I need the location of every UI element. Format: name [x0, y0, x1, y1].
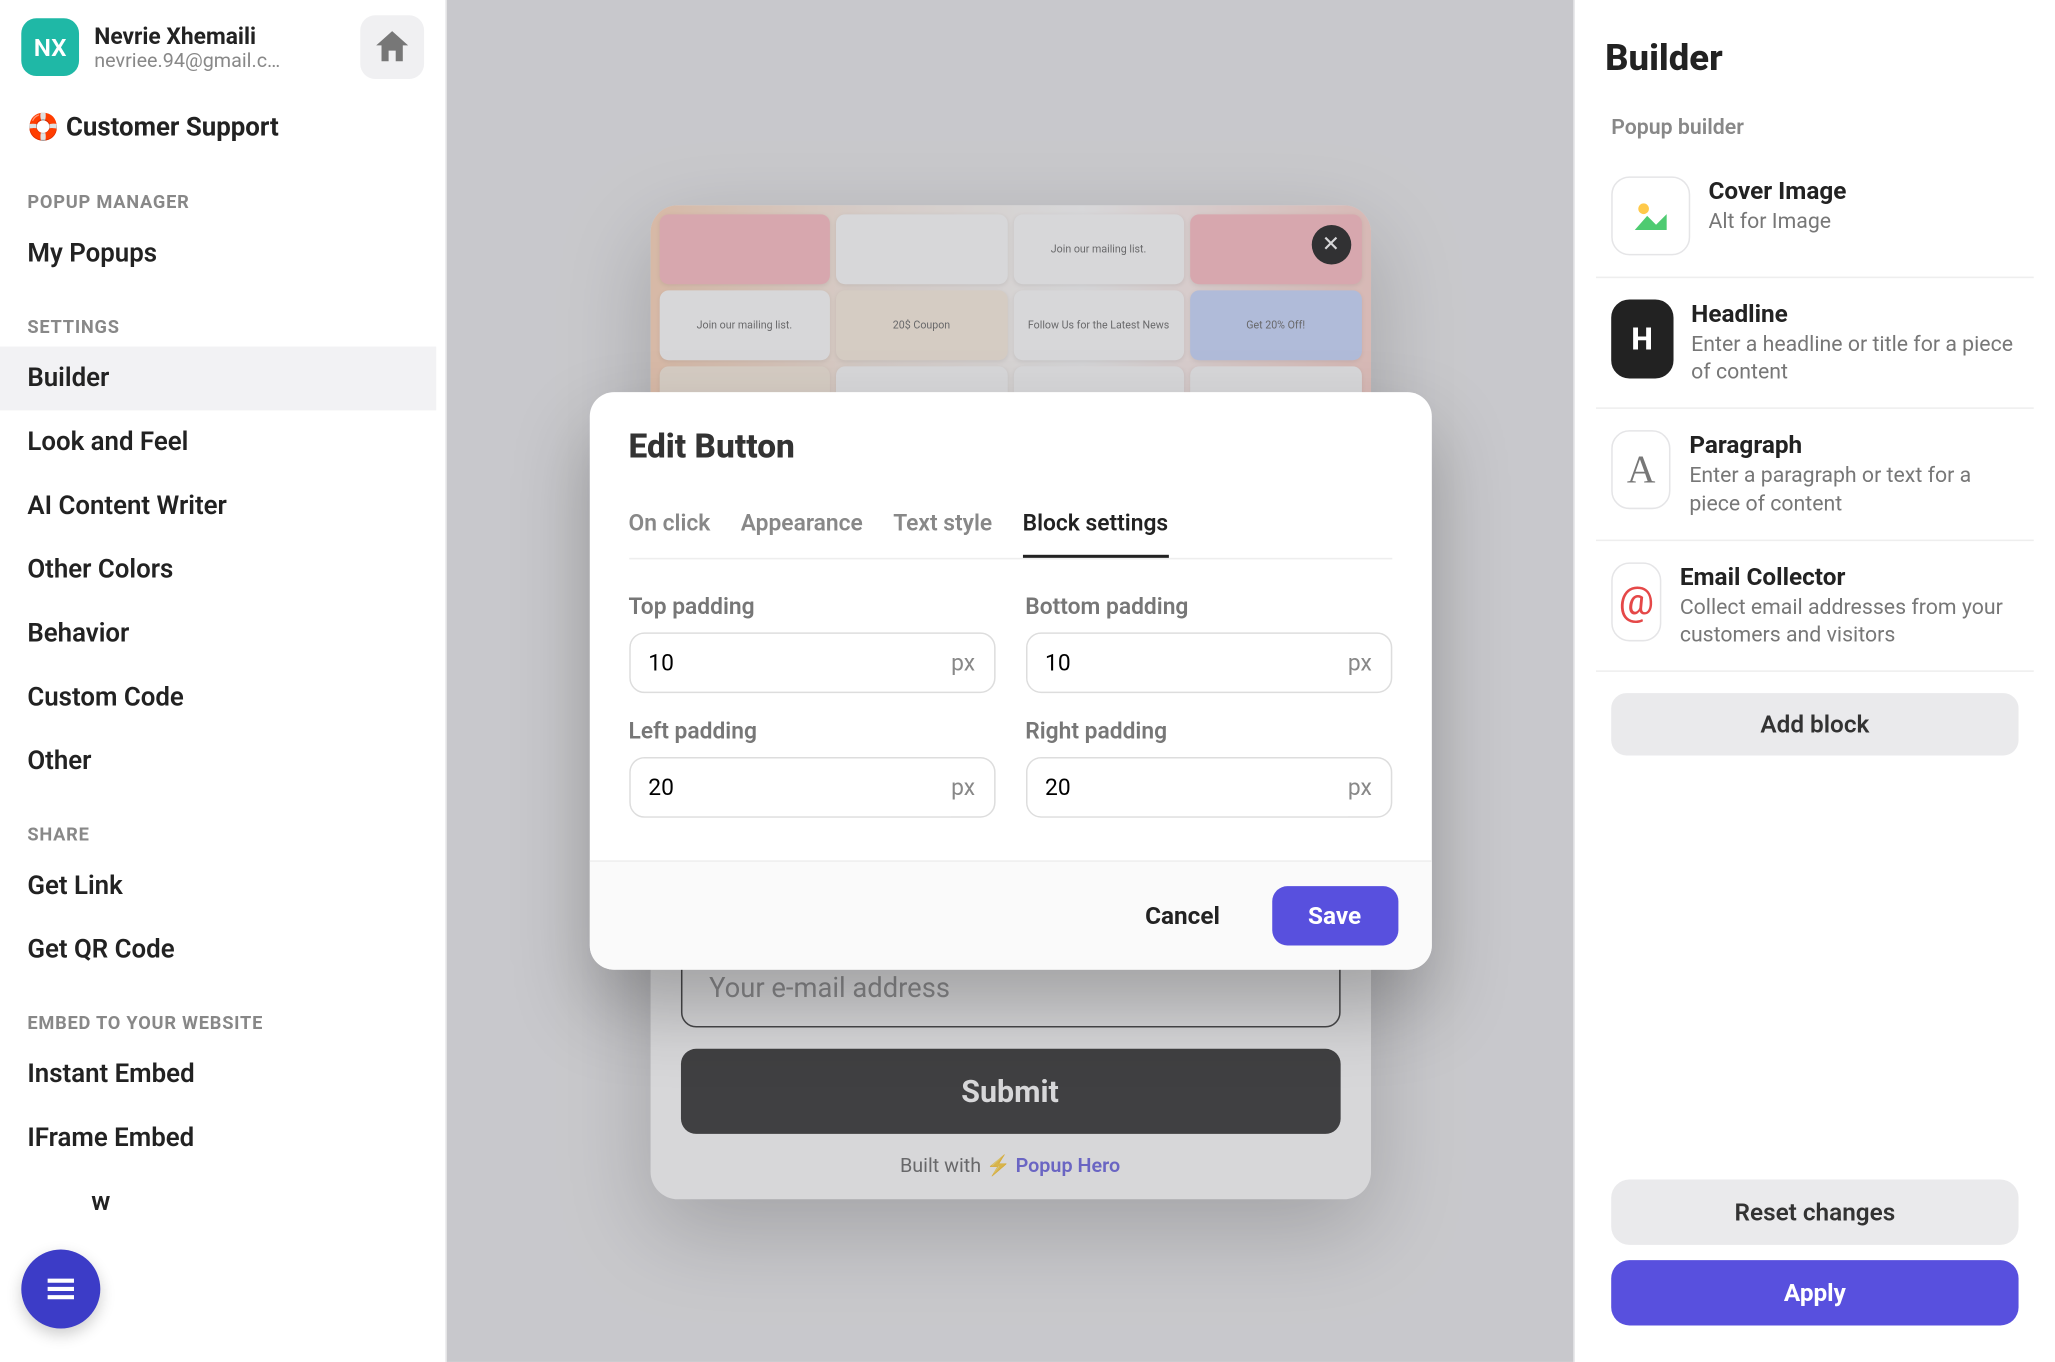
input-top-padding[interactable]: [630, 634, 951, 692]
mini-card: [659, 214, 830, 284]
headline-icon: H: [1611, 299, 1673, 378]
label-left-padding: Left padding: [629, 717, 995, 744]
reset-changes-button[interactable]: Reset changes: [1611, 1180, 2018, 1245]
panel-subhead: Popup builder: [1596, 116, 2034, 140]
field-right-padding: Right padding px: [1025, 717, 1391, 817]
built-with-text: Built with: [900, 1155, 986, 1178]
home-icon: [371, 26, 414, 69]
nav-my-popups[interactable]: My Popups: [0, 222, 436, 286]
zap-icon: ⚡: [986, 1155, 1011, 1178]
tab-block-settings[interactable]: Block settings: [1023, 494, 1169, 558]
sidebar-header: NX Nevrie Xhemaili nevriee.94@gmail.c…: [0, 0, 445, 94]
nav-iframe-embed[interactable]: IFrame Embed: [0, 1107, 436, 1171]
unit-px: px: [951, 758, 993, 816]
fab-menu-button[interactable]: [21, 1249, 100, 1328]
unit-px: px: [1348, 634, 1390, 692]
block-headline[interactable]: H Headline Enter a headline or title for…: [1596, 278, 2034, 409]
mini-card: Join our mailing list.: [659, 290, 830, 360]
tab-text-style[interactable]: Text style: [893, 494, 992, 558]
block-paragraph[interactable]: A Paragraph Enter a paragraph or text fo…: [1596, 409, 2034, 540]
mini-card: 20$ Coupon: [836, 290, 1007, 360]
built-with: Built with ⚡ Popup Hero: [680, 1155, 1340, 1178]
nav-other-colors[interactable]: Other Colors: [0, 538, 436, 602]
mini-card: [836, 214, 1007, 284]
label-bottom-padding: Bottom padding: [1025, 593, 1391, 620]
right-panel: Builder Popup builder Cover Image Alt fo…: [1575, 0, 2055, 1362]
at-icon: @: [1611, 562, 1661, 641]
block-cover-image[interactable]: Cover Image Alt for Image: [1596, 155, 2034, 278]
close-icon[interactable]: ✕: [1311, 225, 1351, 265]
user-email: nevriee.94@gmail.c…: [94, 49, 280, 72]
avatar[interactable]: NX: [21, 18, 79, 76]
block-email-collector[interactable]: @ Email Collector Collect email addresse…: [1596, 541, 2034, 672]
field-left-padding: Left padding px: [629, 717, 995, 817]
unit-px: px: [1348, 758, 1390, 816]
input-bottom-padding[interactable]: [1027, 634, 1348, 692]
mini-card: Follow Us for the Latest News: [1013, 290, 1184, 360]
nav-builder[interactable]: Builder: [0, 347, 436, 411]
paragraph-icon: A: [1611, 431, 1671, 510]
sidebar-scroll[interactable]: 🛟 Customer Support POPUP MANAGER My Popu…: [0, 94, 445, 1362]
tab-appearance[interactable]: Appearance: [741, 494, 863, 558]
nav-group-settings: SETTINGS: [0, 286, 436, 347]
modal-tabs: On click Appearance Text style Block set…: [629, 494, 1392, 559]
modal-footer: Cancel Save: [589, 860, 1431, 969]
mini-card: Join our mailing list.: [1013, 214, 1184, 284]
input-right-padding[interactable]: [1027, 758, 1348, 816]
nav-behavior[interactable]: Behavior: [0, 602, 436, 666]
field-top-padding: Top padding px: [629, 593, 995, 693]
input-left-padding[interactable]: [630, 758, 951, 816]
field-bottom-padding: Bottom padding px: [1025, 593, 1391, 693]
submit-button[interactable]: Submit: [680, 1049, 1340, 1134]
nav-instant-embed[interactable]: Instant Embed: [0, 1043, 436, 1107]
nav-group-share: SHARE: [0, 793, 436, 854]
label-top-padding: Top padding: [629, 593, 995, 620]
image-icon: [1611, 176, 1690, 255]
tab-on-click[interactable]: On click: [629, 494, 711, 558]
apply-button[interactable]: Apply: [1611, 1260, 2018, 1325]
modal-title: Edit Button: [629, 429, 1392, 467]
nav-look-and-feel[interactable]: Look and Feel: [0, 410, 436, 474]
popup-hero-link[interactable]: Popup Hero: [1016, 1155, 1121, 1178]
home-button[interactable]: [360, 15, 424, 79]
block-title: Headline: [1691, 299, 2018, 328]
menu-icon: [41, 1269, 81, 1309]
nav-custom-code[interactable]: Custom Code: [0, 666, 436, 730]
block-title: Paragraph: [1689, 431, 2018, 460]
nav-item-cut[interactable]: w: [0, 1170, 436, 1234]
nav-group-popup-manager: POPUP MANAGER: [0, 161, 436, 222]
nav-other[interactable]: Other: [0, 730, 436, 794]
nav-get-link[interactable]: Get Link: [0, 854, 436, 918]
user-info: Nevrie Xhemaili nevriee.94@gmail.c…: [94, 22, 280, 72]
sidebar: NX Nevrie Xhemaili nevriee.94@gmail.c… 🛟…: [0, 0, 447, 1362]
block-sub: Enter a headline or title for a piece of…: [1691, 331, 2018, 386]
panel-title: Builder: [1596, 36, 2034, 79]
nav-customer-support[interactable]: 🛟 Customer Support: [0, 94, 436, 161]
block-sub: Enter a paragraph or text for a piece of…: [1689, 463, 2018, 518]
nav-ai-content-writer[interactable]: AI Content Writer: [0, 474, 436, 538]
label-right-padding: Right padding: [1025, 717, 1391, 744]
user-name: Nevrie Xhemaili: [94, 22, 280, 49]
mini-card: Get 20% Off!: [1190, 290, 1361, 360]
nav-get-qr-code[interactable]: Get QR Code: [0, 918, 436, 982]
cancel-button[interactable]: Cancel: [1124, 886, 1241, 945]
add-block-button[interactable]: Add block: [1611, 693, 2018, 755]
unit-px: px: [951, 634, 993, 692]
save-button[interactable]: Save: [1272, 886, 1398, 945]
block-title: Email Collector: [1680, 562, 2019, 591]
main-canvas: Join our mailing list. Join our mailing …: [447, 0, 1575, 1362]
block-title: Cover Image: [1708, 176, 1846, 205]
block-sub: Alt for Image: [1708, 208, 1846, 236]
nav-group-embed: EMBED TO YOUR WEBSITE: [0, 982, 436, 1043]
block-sub: Collect email addresses from your custom…: [1680, 594, 2019, 649]
edit-button-modal: Edit Button On click Appearance Text sty…: [589, 392, 1431, 970]
